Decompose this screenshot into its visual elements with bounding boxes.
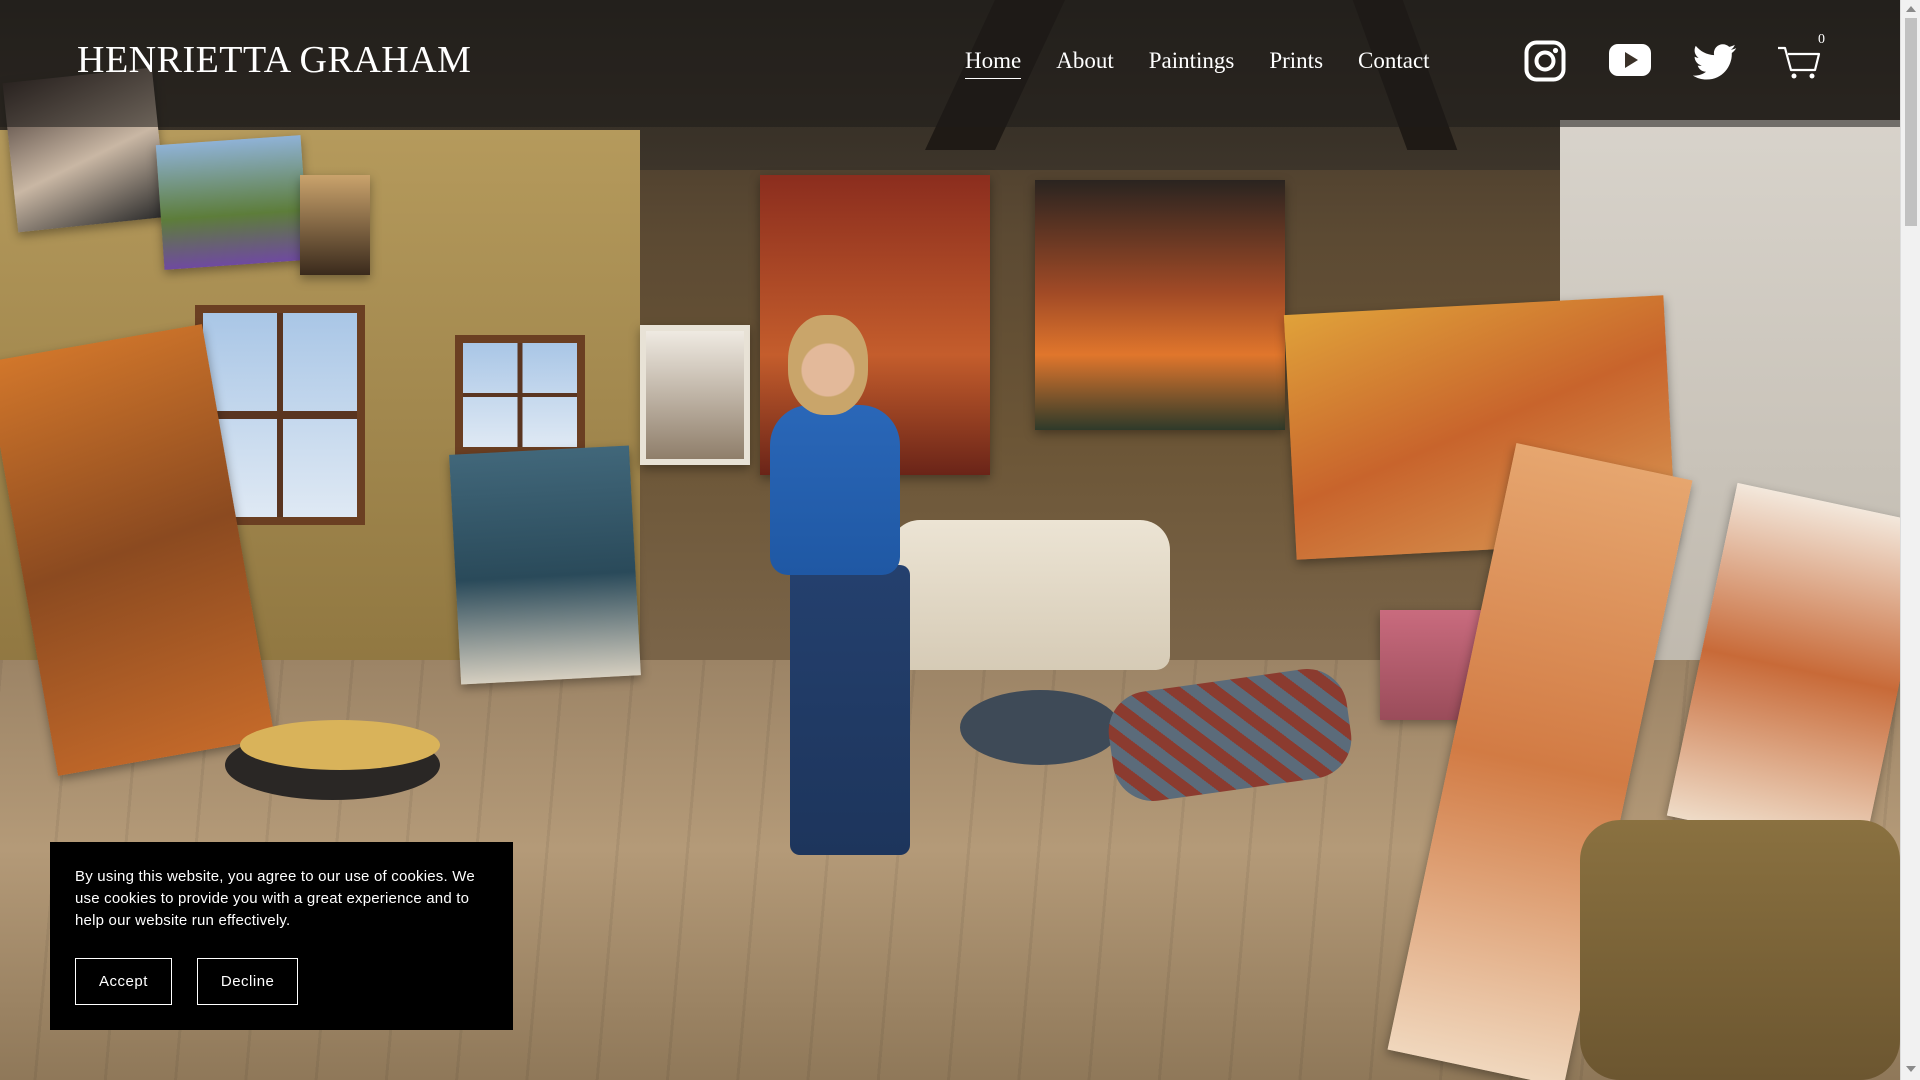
dog-bed — [960, 690, 1120, 765]
cookie-decline-button[interactable]: Decline — [196, 958, 299, 1005]
artist-figure-head — [788, 315, 868, 415]
nav-about[interactable]: About — [1056, 48, 1114, 79]
scrollbar-thumb[interactable] — [1905, 18, 1917, 226]
page-scrollbar[interactable] — [1900, 0, 1920, 1080]
cookie-banner-text: By using this website, you agree to our … — [75, 868, 475, 929]
cookie-banner-buttons: Accept Decline — [75, 958, 299, 1005]
instagram-icon[interactable] — [1524, 40, 1566, 87]
painting-seascape — [449, 445, 641, 685]
cookie-banner: By using this website, you agree to our … — [50, 842, 513, 1030]
floor-cushion — [1580, 820, 1900, 1080]
nav-paintings[interactable]: Paintings — [1149, 48, 1235, 79]
painting-framed-portrait — [640, 325, 750, 465]
twitter-icon[interactable] — [1692, 44, 1737, 85]
main-nav: Home About Paintings Prints Contact — [965, 48, 1430, 79]
nav-home[interactable]: Home — [965, 48, 1022, 79]
site-title[interactable]: HENRIETTA GRAHAM — [77, 38, 471, 82]
youtube-icon[interactable] — [1609, 44, 1651, 81]
painting-portrait-small — [300, 175, 370, 275]
cookie-accept-button[interactable]: Accept — [75, 958, 172, 1005]
artist-figure-body — [770, 405, 900, 575]
cart-count-badge: 0 — [1818, 32, 1825, 47]
painting-interior-orange — [1035, 180, 1285, 430]
site-header: HENRIETTA GRAHAM Home About Paintings Pr… — [0, 0, 1900, 127]
stool-cushion — [240, 720, 440, 770]
cart-icon[interactable] — [1777, 46, 1821, 85]
nav-prints[interactable]: Prints — [1269, 48, 1323, 79]
studio-sofa — [890, 520, 1170, 670]
scroll-down-arrow-icon[interactable] — [1906, 1066, 1916, 1072]
scroll-up-arrow-icon[interactable] — [1906, 6, 1916, 12]
artist-figure-legs — [790, 565, 910, 855]
nav-contact[interactable]: Contact — [1358, 48, 1430, 79]
painting-landscape — [155, 135, 310, 270]
studio-window — [455, 335, 585, 455]
